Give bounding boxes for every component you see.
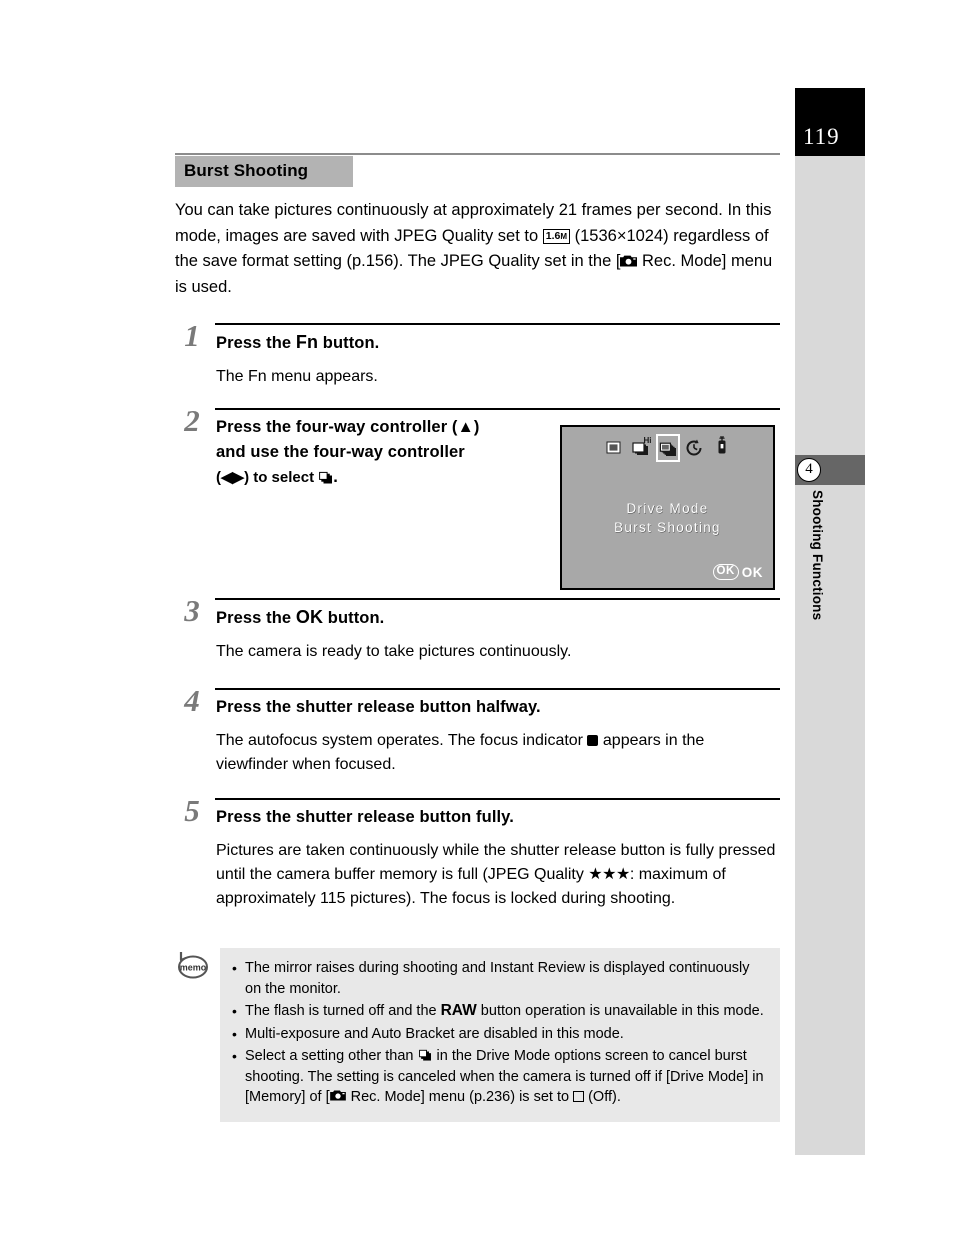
step-3-number: 3 [184,593,200,628]
step-4-desc-pre: The autofocus system operates. The focus… [216,732,588,749]
focus-indicator-icon [587,735,599,746]
remote-control-icon [711,435,733,461]
step-1-number: 1 [184,318,200,353]
step-2-number: 2 [184,403,200,438]
step-1-rule [215,323,780,325]
burst-icon-inline [418,1049,433,1062]
svg-text:memo: memo [180,963,207,973]
camera-icon [620,254,638,267]
chapter-label: Shooting Functions [810,490,825,621]
memo-bullet-icon: • [232,960,237,976]
memo-item-text: The mirror raises during shooting and In… [245,960,750,997]
jpeg-quality-stars: ★★★ [588,866,630,883]
step-2-title-line3: (◀▶) to select . [216,465,546,490]
step-2-body: Press the four-way controller (▲) and us… [216,415,546,490]
fn-button-label: Fn [295,332,319,352]
step-5-body: Press the shutter release button fully. … [216,805,780,911]
lcd-ok-label: OK [741,564,763,580]
step-3-rule [215,598,780,600]
chapter-tab: 4 [795,455,865,485]
drive-mode-icon-row: Hi [562,434,773,462]
burst-icon [655,434,680,462]
ok-badge-icon: OK [712,564,739,580]
step-3-title: Press the OK button. [216,605,780,631]
step-1-title: Press the Fn button. [216,330,780,356]
page-number-box: 119 [795,88,865,156]
memo-icon: memo [173,950,213,984]
step-2-title-line2: and use the four-way controller [216,443,465,461]
memo-item: • Select a setting other than in the Dri… [232,1046,768,1108]
memo-2-post: button operation is unavailable in this … [476,1003,764,1019]
step-4-title: Press the shutter release button halfway… [216,698,541,716]
memo-item: • The flash is turned off and the RAW bu… [232,1001,768,1022]
step-5-title: Press the shutter release button fully. [216,808,514,826]
memo-item-text: The flash is turned off and the RAW butt… [245,1001,768,1022]
step-3-description: The camera is ready to take pictures con… [216,643,572,660]
chapter-number-badge: 4 [797,458,821,482]
step-1-description: The Fn menu appears. [216,368,378,385]
burst-icon-inline [318,471,333,484]
step-2-title-line3-post: . [333,468,338,486]
self-timer-icon [684,435,706,461]
step-3-title-post: button. [323,609,385,627]
step-4-description: The autofocus system operates. The focus… [216,729,780,777]
step-1-title-post: button. [318,334,380,352]
single-frame-icon [603,435,625,461]
lcd-ok-indicator: OK OK [712,564,764,580]
memo-box: • The mirror raises during shooting and … [220,948,780,1122]
step-1-body: Press the Fn button. The Fn menu appears… [216,330,780,389]
lcd-subtitle: Burst Shooting [614,520,721,535]
memo-item-text: Select a setting other than in the Drive… [245,1046,768,1108]
step-2-rule [215,408,780,410]
camera-icon [329,1089,347,1102]
ok-button-label: OK [295,607,324,627]
memo-item: • Multi-exposure and Auto Bracket are di… [232,1024,768,1045]
off-square-icon [573,1091,585,1102]
memo-4-pre: Select a setting other than [245,1048,418,1064]
resolution-16m-badge: 1.6M [542,228,571,244]
svg-text:Hi: Hi [643,436,651,445]
step-2-title-line3-pre: (◀▶) to select [216,469,319,486]
memo-2-pre: The flash is turned off and the [245,1003,441,1019]
memo-bullet-icon: • [232,1025,237,1042]
step-3-body: Press the OK button. The camera is ready… [216,605,780,664]
lcd-mode-text: Drive Mode Burst Shooting [562,499,773,537]
memo-bullet-icon: • [232,1003,237,1019]
resolution-16m-value: 1.6 [545,229,561,242]
continuous-hi-icon: Hi [630,435,652,461]
step-2-title: Press the four-way controller (▲) and us… [216,415,546,490]
step-5-description: Pictures are taken continuously while th… [216,839,780,911]
section-top-rule [175,153,780,155]
step-4-body: Press the shutter release button halfway… [216,695,780,777]
step-5-number: 5 [184,793,200,828]
lcd-title: Drive Mode [626,501,709,516]
memo-bullet-icon: • [232,1048,237,1064]
step-2-title-line1: Press the four-way controller (▲) [216,418,480,436]
page-number: 119 [803,124,840,149]
memo-4-mid2: Rec. Mode] menu (p.236) is set to [346,1089,574,1105]
resolution-16m-unit: M [560,231,568,241]
step-5-rule [215,798,780,800]
step-1-title-pre: Press the [216,334,296,352]
step-4-rule [215,688,780,690]
lcd-screen-illustration: Hi Drive Mode Burst Shooting OK OK [560,425,775,590]
raw-button-label: RAW [440,1002,477,1019]
memo-4-post: (Off). [584,1089,621,1105]
step-3-title-pre: Press the [216,609,296,627]
step-4-number: 4 [184,683,200,718]
memo-item-text: Multi-exposure and Auto Bracket are disa… [245,1025,624,1042]
section-heading: Burst Shooting [175,156,353,187]
memo-item: • The mirror raises during shooting and … [232,958,768,999]
section-intro: You can take pictures continuously at ap… [175,198,780,300]
